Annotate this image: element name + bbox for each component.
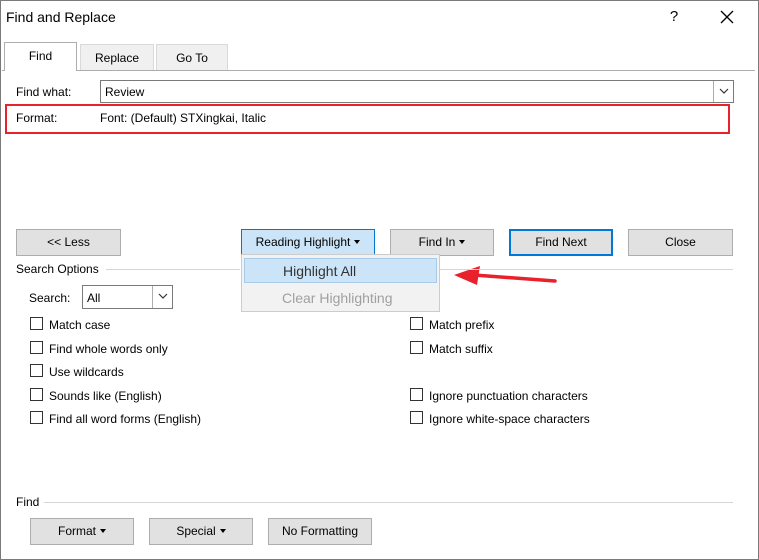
- match-suffix-label: Match suffix: [429, 342, 493, 356]
- whole-words-checkbox[interactable]: [30, 341, 43, 354]
- whole-words-label: Find whole words only: [49, 342, 168, 356]
- format-button-label: Format: [57, 524, 96, 538]
- find-what-value: Review: [105, 85, 145, 99]
- search-direction-value: All: [87, 291, 101, 305]
- ignore-whitespace-checkbox[interactable]: [410, 411, 423, 424]
- search-options-title: Search Options: [16, 262, 99, 276]
- search-direction-select[interactable]: All: [82, 285, 173, 309]
- reading-highlight-menu: Highlight All Clear Highlighting: [241, 254, 440, 312]
- wildcards-label: Use wildcards: [49, 365, 124, 379]
- word-forms-label: Find all word forms (English): [49, 412, 202, 426]
- special-button-label: Special: [176, 524, 216, 538]
- match-case-checkbox[interactable]: [30, 317, 43, 330]
- sounds-like-label: Sounds like (English): [49, 389, 162, 403]
- format-label: Format:: [16, 111, 58, 125]
- chevron-down-icon: [158, 293, 168, 299]
- find-in-button[interactable]: Find In: [390, 229, 494, 256]
- search-options-line-right: [440, 269, 733, 270]
- format-value: Font: (Default) STXingkai, Italic: [100, 111, 267, 125]
- find-section-line: [44, 502, 733, 503]
- find-what-combo[interactable]: Review: [100, 80, 734, 103]
- sounds-like-checkbox[interactable]: [30, 388, 43, 401]
- wildcards-checkbox[interactable]: [30, 364, 43, 377]
- tab-replace[interactable]: Replace: [80, 44, 154, 70]
- annotation-arrow-icon: [454, 266, 557, 285]
- find-what-dropdown[interactable]: [713, 81, 733, 102]
- caret-down-icon: [100, 528, 106, 533]
- menu-item-highlight-all[interactable]: Highlight All: [244, 258, 437, 283]
- find-in-label: Find In: [418, 235, 456, 249]
- find-next-button[interactable]: Find Next: [509, 229, 613, 256]
- ignore-punctuation-label: Ignore punctuation characters: [429, 389, 588, 403]
- search-label: Search:: [29, 291, 71, 305]
- chevron-down-icon: [719, 88, 729, 94]
- find-what-label: Find what:: [16, 85, 72, 99]
- caret-down-icon: [219, 528, 226, 533]
- caret-down-icon: [459, 239, 466, 244]
- search-direction-dropdown[interactable]: [152, 286, 172, 308]
- special-button[interactable]: Special: [149, 518, 253, 545]
- find-section-title: Find: [16, 495, 40, 509]
- less-button[interactable]: << Less: [16, 229, 121, 256]
- ignore-punctuation-checkbox[interactable]: [410, 388, 423, 401]
- search-options-line: [106, 269, 240, 270]
- close-button[interactable]: Close: [628, 229, 733, 256]
- word-forms-checkbox[interactable]: [30, 411, 43, 424]
- match-prefix-label: Match prefix: [429, 318, 495, 332]
- reading-highlight-button[interactable]: Reading Highlight: [241, 229, 375, 256]
- match-suffix-checkbox[interactable]: [410, 341, 423, 354]
- close-window-button[interactable]: [704, 0, 750, 34]
- tab-divider: [2, 70, 755, 71]
- no-formatting-button[interactable]: No Formatting: [268, 518, 372, 545]
- help-button[interactable]: ?: [651, 0, 697, 34]
- tab-go-to[interactable]: Go To: [156, 44, 228, 70]
- reading-highlight-label: Reading Highlight: [255, 235, 351, 249]
- close-icon: [720, 10, 734, 24]
- dialog-title: Find and Replace: [6, 9, 116, 25]
- tab-find[interactable]: Find: [4, 42, 77, 71]
- match-case-label: Match case: [49, 318, 111, 332]
- match-prefix-checkbox[interactable]: [410, 317, 423, 330]
- menu-item-clear-highlighting[interactable]: Clear Highlighting: [244, 286, 437, 311]
- caret-down-icon: [354, 239, 361, 244]
- format-button[interactable]: Format: [30, 518, 134, 545]
- ignore-whitespace-label: Ignore white-space characters: [429, 412, 590, 426]
